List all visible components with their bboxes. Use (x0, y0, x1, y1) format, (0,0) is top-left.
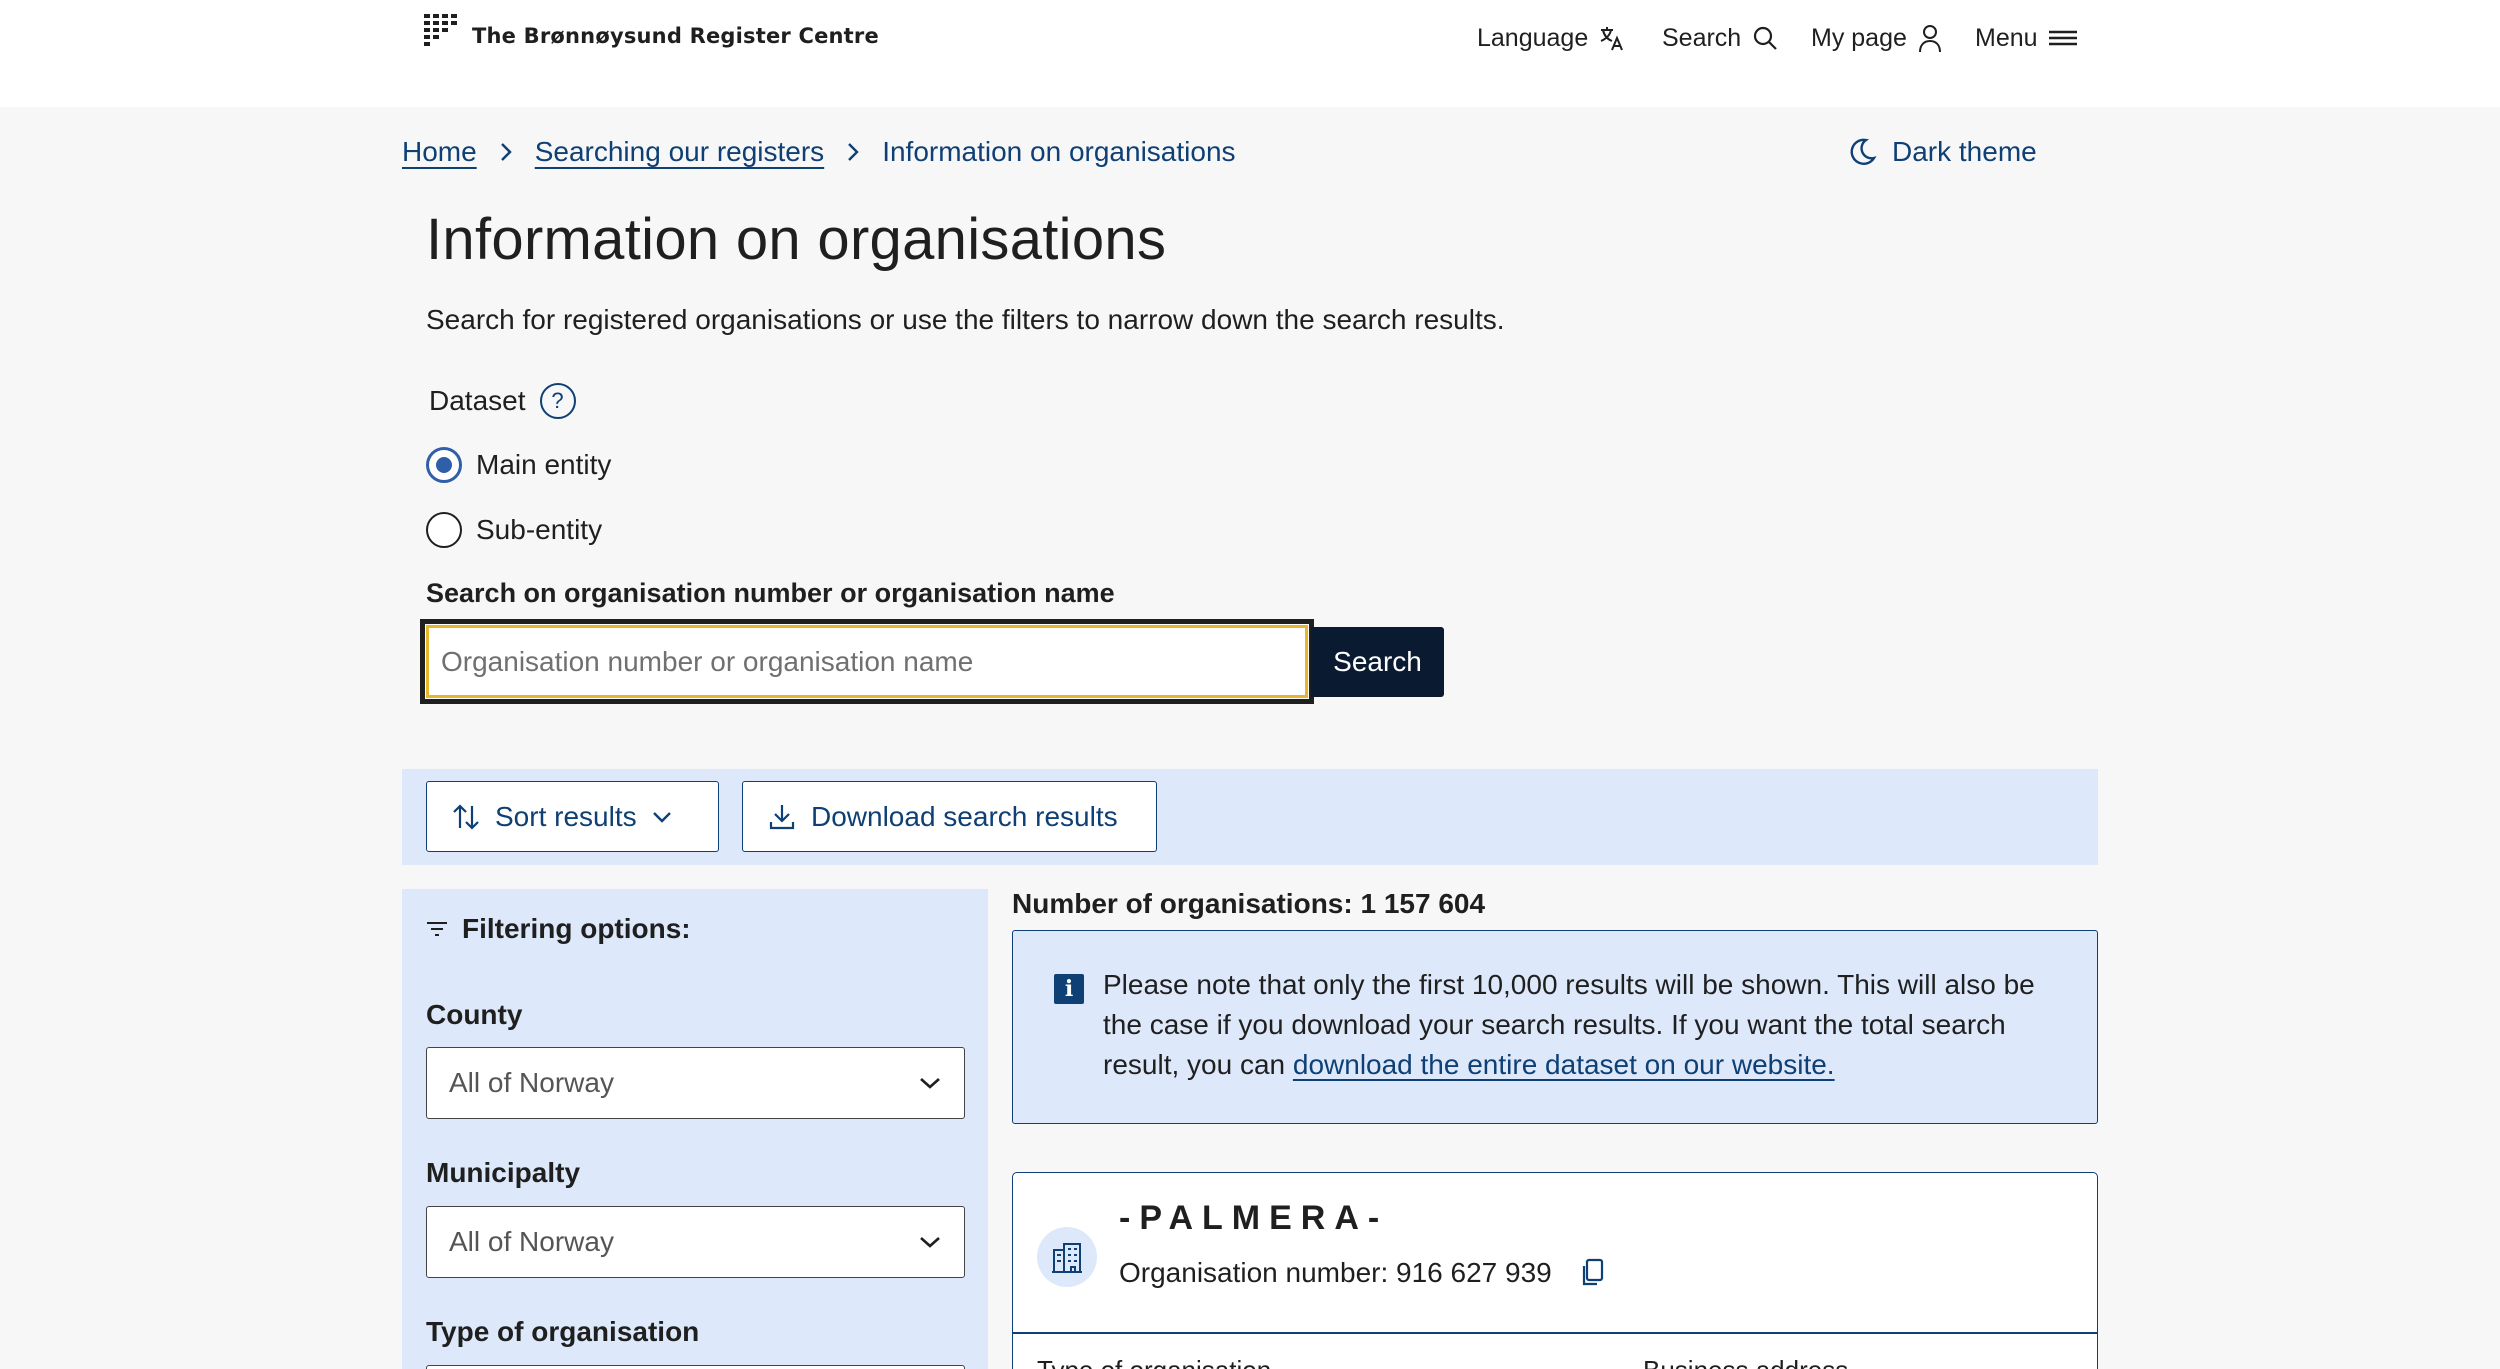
org-type-label: Type of organisation (426, 1316, 700, 1347)
logo[interactable]: The Brønnøysund Register Centre (424, 14, 879, 48)
menu-label: Menu (1975, 23, 2038, 52)
chevron-down-icon (920, 1078, 940, 1089)
sort-results-button[interactable]: Sort results (426, 781, 719, 852)
info-notice: i Please note that only the first 10,000… (1012, 930, 2098, 1124)
results-count: Number of organisations: 1 157 604 (1012, 888, 1486, 919)
breadcrumb-searching-registers[interactable]: Searching our registers (535, 136, 824, 168)
user-icon (1918, 25, 1941, 53)
radio-unchecked-icon (426, 512, 462, 548)
hamburger-icon (2048, 30, 2077, 46)
county-select[interactable]: All of Norway (426, 1047, 965, 1119)
logo-mark-icon (424, 14, 457, 46)
filters-title-text: Filtering options: (462, 913, 691, 944)
sort-results-label: Sort results (495, 800, 637, 832)
radio-sub-entity[interactable]: Sub-entity (426, 512, 602, 548)
breadcrumb-home[interactable]: Home (402, 136, 477, 168)
results-toolbar: Sort results Download search results (402, 769, 2098, 865)
search-nav-label: Search (1662, 23, 1742, 52)
download-dataset-link[interactable]: download the entire dataset on our websi… (1293, 1049, 1835, 1080)
copy-icon[interactable] (1580, 1258, 1604, 1288)
breadcrumb: Home Searching our registers Information… (402, 132, 1236, 172)
dark-theme-label: Dark theme (1892, 136, 2037, 167)
radio-main-entity-label: Main entity (476, 449, 612, 480)
chevron-down-icon (652, 811, 671, 823)
language-button[interactable]: Language (1477, 20, 1626, 56)
filters-panel: Filtering options: County All of Norway … (402, 889, 988, 1369)
help-icon[interactable]: ? (539, 383, 576, 419)
site-header: The Brønnøysund Register Centre Language… (0, 0, 2500, 107)
search-button[interactable]: Search (1311, 627, 1444, 697)
sort-arrows-icon (453, 803, 479, 830)
org-number-row: Organisation number: 916 627 939 (1119, 1257, 1604, 1289)
county-label: County (426, 999, 523, 1030)
dataset-label: Dataset ? (429, 383, 576, 419)
chevron-right-icon (846, 141, 860, 163)
org-type-select[interactable] (426, 1365, 965, 1369)
municipality-label: Municipalty (426, 1157, 581, 1188)
info-icon: i (1054, 974, 1084, 1004)
org-name[interactable]: -PALMERA- (1119, 1199, 1388, 1238)
county-select-value: All of Norway (449, 1067, 614, 1098)
download-results-label: Download search results (811, 800, 1118, 832)
search-icon (1754, 26, 1777, 50)
page-intro: Search for registered organisations or u… (426, 304, 1505, 335)
language-label: Language (1477, 23, 1589, 52)
download-icon (769, 804, 795, 829)
radio-main-entity[interactable]: Main entity (426, 447, 611, 483)
download-results-button[interactable]: Download search results (742, 781, 1157, 852)
result-card[interactable]: -PALMERA- Organisation number: 916 627 9… (1012, 1172, 2098, 1369)
filters-title: Filtering options: (426, 913, 691, 945)
moon-icon (1850, 138, 1877, 165)
translate-icon (1600, 27, 1624, 51)
card-divider (1013, 1332, 2097, 1334)
search-nav-button[interactable]: Search (1662, 20, 1779, 56)
my-page-label: My page (1811, 23, 1907, 52)
dataset-label-text: Dataset (429, 385, 526, 416)
filter-icon (427, 922, 447, 936)
my-page-button[interactable]: My page (1811, 20, 1943, 56)
search-input[interactable] (420, 619, 1314, 704)
org-number: Organisation number: 916 627 939 (1119, 1257, 1552, 1288)
chevron-down-icon (920, 1237, 940, 1248)
card-type-label: Type of organisation (1037, 1355, 1271, 1369)
breadcrumb-current: Information on organisations (882, 136, 1236, 167)
menu-button[interactable]: Menu (1975, 20, 2078, 56)
radio-checked-icon (426, 447, 462, 483)
card-address-label: Business address (1643, 1355, 1848, 1369)
dark-theme-toggle[interactable]: Dark theme (1846, 132, 2037, 172)
logo-text: The Brønnøysund Register Centre (472, 24, 879, 48)
page-title: Information on organisations (426, 207, 1167, 272)
chevron-right-icon (499, 141, 513, 163)
building-icon (1037, 1227, 1097, 1287)
municipality-select[interactable]: All of Norway (426, 1206, 965, 1278)
municipality-select-value: All of Norway (449, 1226, 614, 1257)
radio-sub-entity-label: Sub-entity (476, 514, 603, 545)
info-notice-text: Please note that only the first 10,000 r… (1103, 965, 2063, 1085)
search-label: Search on organisation number or organis… (426, 578, 1115, 608)
